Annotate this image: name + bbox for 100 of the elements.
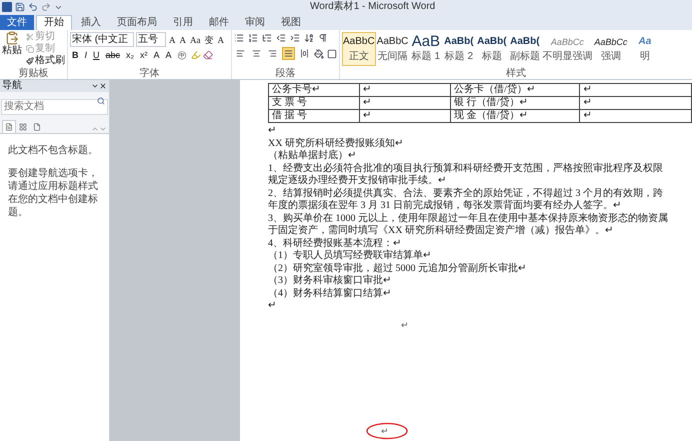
ribbon-tab[interactable]: 引用 bbox=[166, 15, 200, 30]
paragraph-tool-icon[interactable] bbox=[248, 33, 258, 43]
font-button[interactable]: x₂ bbox=[124, 49, 136, 61]
paragraph-mark: ↵ bbox=[401, 318, 409, 332]
paragraph-tool-icon[interactable] bbox=[234, 33, 244, 43]
group-label: 段落 bbox=[274, 68, 296, 79]
clipboard-button[interactable]: 格式刷 bbox=[26, 55, 65, 67]
align-button[interactable] bbox=[298, 47, 311, 60]
clipboard-action-icon bbox=[26, 33, 34, 41]
border-icon[interactable] bbox=[327, 48, 337, 58]
font-button[interactable]: U bbox=[91, 49, 102, 61]
ribbon-tab[interactable]: 开始 bbox=[36, 15, 72, 30]
search-field[interactable]: 搜索文档 bbox=[1, 98, 108, 114]
table-cell: 银 行（借/贷）↵ bbox=[450, 96, 580, 110]
font-button[interactable]: abc bbox=[104, 49, 122, 61]
save-icon[interactable] bbox=[15, 2, 25, 12]
redo-icon[interactable] bbox=[41, 2, 51, 12]
file-tab[interactable]: 文件 bbox=[0, 15, 34, 30]
table-cell: ↵ bbox=[580, 96, 692, 110]
font-button[interactable]: ㊥ bbox=[176, 49, 189, 61]
style-tile[interactable]: AaB 标题 1 bbox=[409, 32, 442, 66]
ribbon-tab[interactable]: 审阅 bbox=[238, 15, 272, 30]
paste-button[interactable]: 粘贴 bbox=[0, 31, 24, 68]
document-text: 规定逐级办理经费开支报销审批手续。↵ bbox=[268, 175, 447, 188]
font-button[interactable]: B bbox=[70, 49, 80, 61]
group-label: 字体 bbox=[138, 68, 160, 79]
eraser-icon[interactable] bbox=[202, 50, 213, 60]
font-button[interactable]: A bbox=[164, 49, 174, 61]
ribbon-tab[interactable]: 插入 bbox=[74, 15, 108, 30]
style-tile[interactable]: AaBb( 标题 2 bbox=[442, 32, 476, 66]
paragraph-mark: ↵ bbox=[381, 425, 389, 437]
paragraph-tool-icon[interactable] bbox=[276, 33, 286, 43]
table-cell: ↵ bbox=[580, 110, 692, 122]
font-button[interactable]: x² bbox=[138, 49, 150, 61]
font-button[interactable]: A bbox=[152, 49, 162, 61]
document-text: ↵ bbox=[268, 125, 277, 138]
caret-icon[interactable] bbox=[91, 82, 99, 90]
table-cell: 现 金（借/贷）↵ bbox=[450, 110, 580, 122]
align-icon bbox=[268, 49, 277, 58]
pane-tab-icon bbox=[33, 122, 41, 130]
font-button[interactable]: 变 bbox=[204, 34, 214, 46]
style-tile[interactable]: AaBb( 副标题 bbox=[508, 32, 542, 66]
document-text: （2）研究室领导审批，超过 5000 元追加分管副所长审批↵ bbox=[268, 262, 527, 274]
paragraph-tool-icon[interactable] bbox=[318, 33, 328, 43]
align-icon bbox=[252, 49, 261, 58]
font-button[interactable]: Aa bbox=[189, 34, 202, 46]
shading-icon[interactable] bbox=[314, 48, 324, 58]
style-tile[interactable]: AaBbC 正文 bbox=[342, 32, 376, 66]
pane-message: 要创建导航选项卡，请通过应用标题样式在您的文档中创建标题。 bbox=[8, 167, 99, 219]
table-cell: ↵ bbox=[360, 110, 451, 122]
style-tile[interactable]: AaBbCc 不明显强调 bbox=[541, 32, 594, 66]
style-tile[interactable]: Aa 明 bbox=[628, 32, 662, 66]
table-cell: 公务卡（借/贷）↵ bbox=[450, 84, 580, 96]
table-cell: 借 据 号 bbox=[268, 110, 360, 122]
font-name-field[interactable]: 宋体 (中文正 bbox=[70, 32, 134, 47]
table-cell: 支 票 号 bbox=[268, 96, 360, 110]
window-title: Word素材1 - Microsoft Word bbox=[310, 0, 436, 14]
document-text: ↵ bbox=[268, 300, 277, 312]
font-size-field[interactable]: 五号 bbox=[136, 32, 166, 47]
document-text: （1）专职人员填写经费联审结算单↵ bbox=[268, 250, 432, 262]
document-text: 于固定资产，需同时填写《XX 研究所科研经费固定资产增（减）报告单》。↵ bbox=[268, 225, 614, 238]
font-button[interactable]: I bbox=[82, 49, 90, 61]
style-tile[interactable]: AaBbC 无间隔 bbox=[376, 32, 410, 66]
document-text: XX 研究所科研经费报账须知↵ bbox=[268, 138, 404, 150]
ribbon-tab[interactable]: 邮件 bbox=[202, 15, 236, 30]
style-tile[interactable]: AaBbCc 强调 bbox=[593, 32, 628, 66]
font-button[interactable]: A bbox=[168, 34, 176, 46]
pane-title: 导航 bbox=[2, 80, 22, 92]
align-icon bbox=[236, 49, 245, 58]
clipboard-icon bbox=[5, 31, 19, 45]
font-button[interactable]: A bbox=[216, 34, 225, 46]
clipboard-action-icon bbox=[26, 45, 34, 53]
table-cell: ↵ bbox=[360, 84, 451, 96]
align-icon bbox=[300, 49, 309, 58]
table-cell: 公务卡号↵ bbox=[268, 84, 360, 96]
table-cell: ↵ bbox=[580, 84, 692, 96]
ribbon-tab[interactable]: 视图 bbox=[274, 15, 308, 30]
document-text: 4、科研经费报账基本流程：↵ bbox=[268, 238, 402, 250]
group-label: 样式 bbox=[505, 68, 527, 79]
ribbon-tab[interactable]: 页面布局 bbox=[110, 15, 164, 30]
annotation-ellipse bbox=[366, 422, 408, 440]
document-text: （3）财务科审核窗口审批↵ bbox=[268, 275, 392, 288]
align-button[interactable] bbox=[282, 47, 295, 60]
document-text: 3、购买单价在 1000 元以上，使用年限超过一年且在使用中基本保持原来物资形态的物资属 bbox=[268, 212, 669, 224]
pane-tab[interactable] bbox=[2, 120, 16, 133]
table-cell: ↵ bbox=[360, 96, 451, 110]
pane-tab-icon bbox=[5, 123, 13, 131]
align-icon bbox=[284, 49, 293, 58]
pane-message: 此文档不包含标题。 bbox=[8, 144, 99, 157]
font-button[interactable]: A bbox=[178, 34, 187, 46]
document-text: 2、结算报销时必须提供真实、合法、要素齐全的原始凭证，不得超过 3 个月的有效期，跨 bbox=[268, 188, 664, 200]
document-text: 1、经费支出必须符合批准的项目执行预算和科研经费开支范围，严格按照审批程序及权限 bbox=[268, 162, 664, 174]
paragraph-tool-icon[interactable] bbox=[262, 33, 272, 43]
document-text: （4）财务科结算窗口结算↵ bbox=[268, 288, 392, 300]
paragraph-tool-icon[interactable] bbox=[304, 33, 314, 43]
clipboard-action-icon bbox=[26, 57, 34, 65]
style-tile[interactable]: AaBb( 标题 bbox=[475, 32, 508, 66]
close-icon[interactable] bbox=[99, 82, 107, 90]
undo-icon[interactable] bbox=[28, 2, 38, 12]
paragraph-tool-icon[interactable] bbox=[290, 33, 300, 43]
